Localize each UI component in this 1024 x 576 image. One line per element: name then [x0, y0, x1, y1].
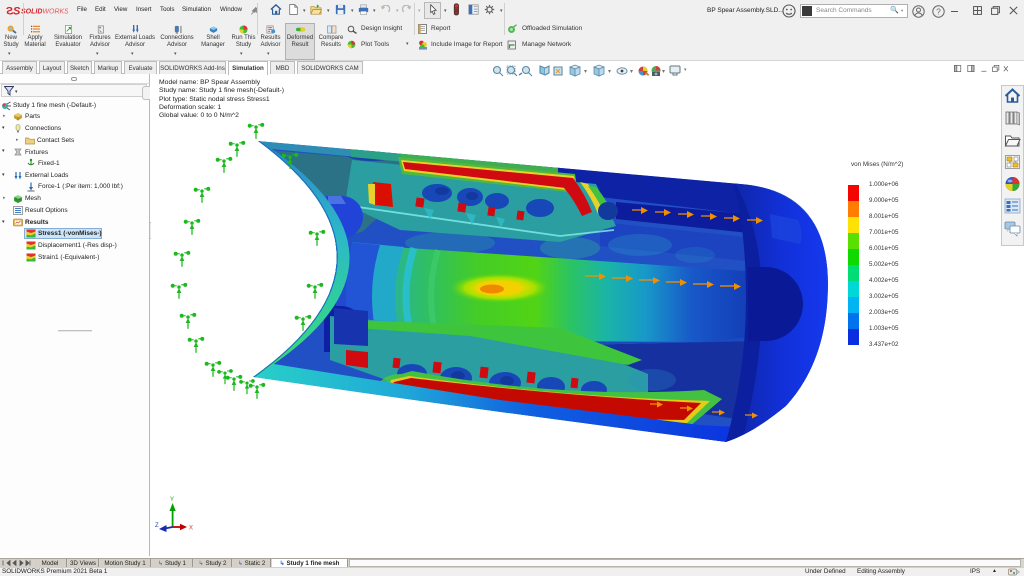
svg-text:▾: ▾: [662, 69, 665, 75]
svg-text:▾: ▾: [608, 69, 611, 75]
svg-text:SOLIDWORKS: SOLIDWORKS: [21, 9, 68, 16]
svg-text:▾: ▾: [630, 69, 633, 75]
svg-text:Z: Z: [155, 523, 159, 529]
svg-text:▾: ▾: [584, 69, 587, 75]
svg-text:?: ?: [936, 6, 941, 16]
svg-text:X: X: [189, 526, 193, 532]
svg-text:S: S: [13, 6, 21, 18]
svg-text:Y: Y: [170, 497, 174, 503]
